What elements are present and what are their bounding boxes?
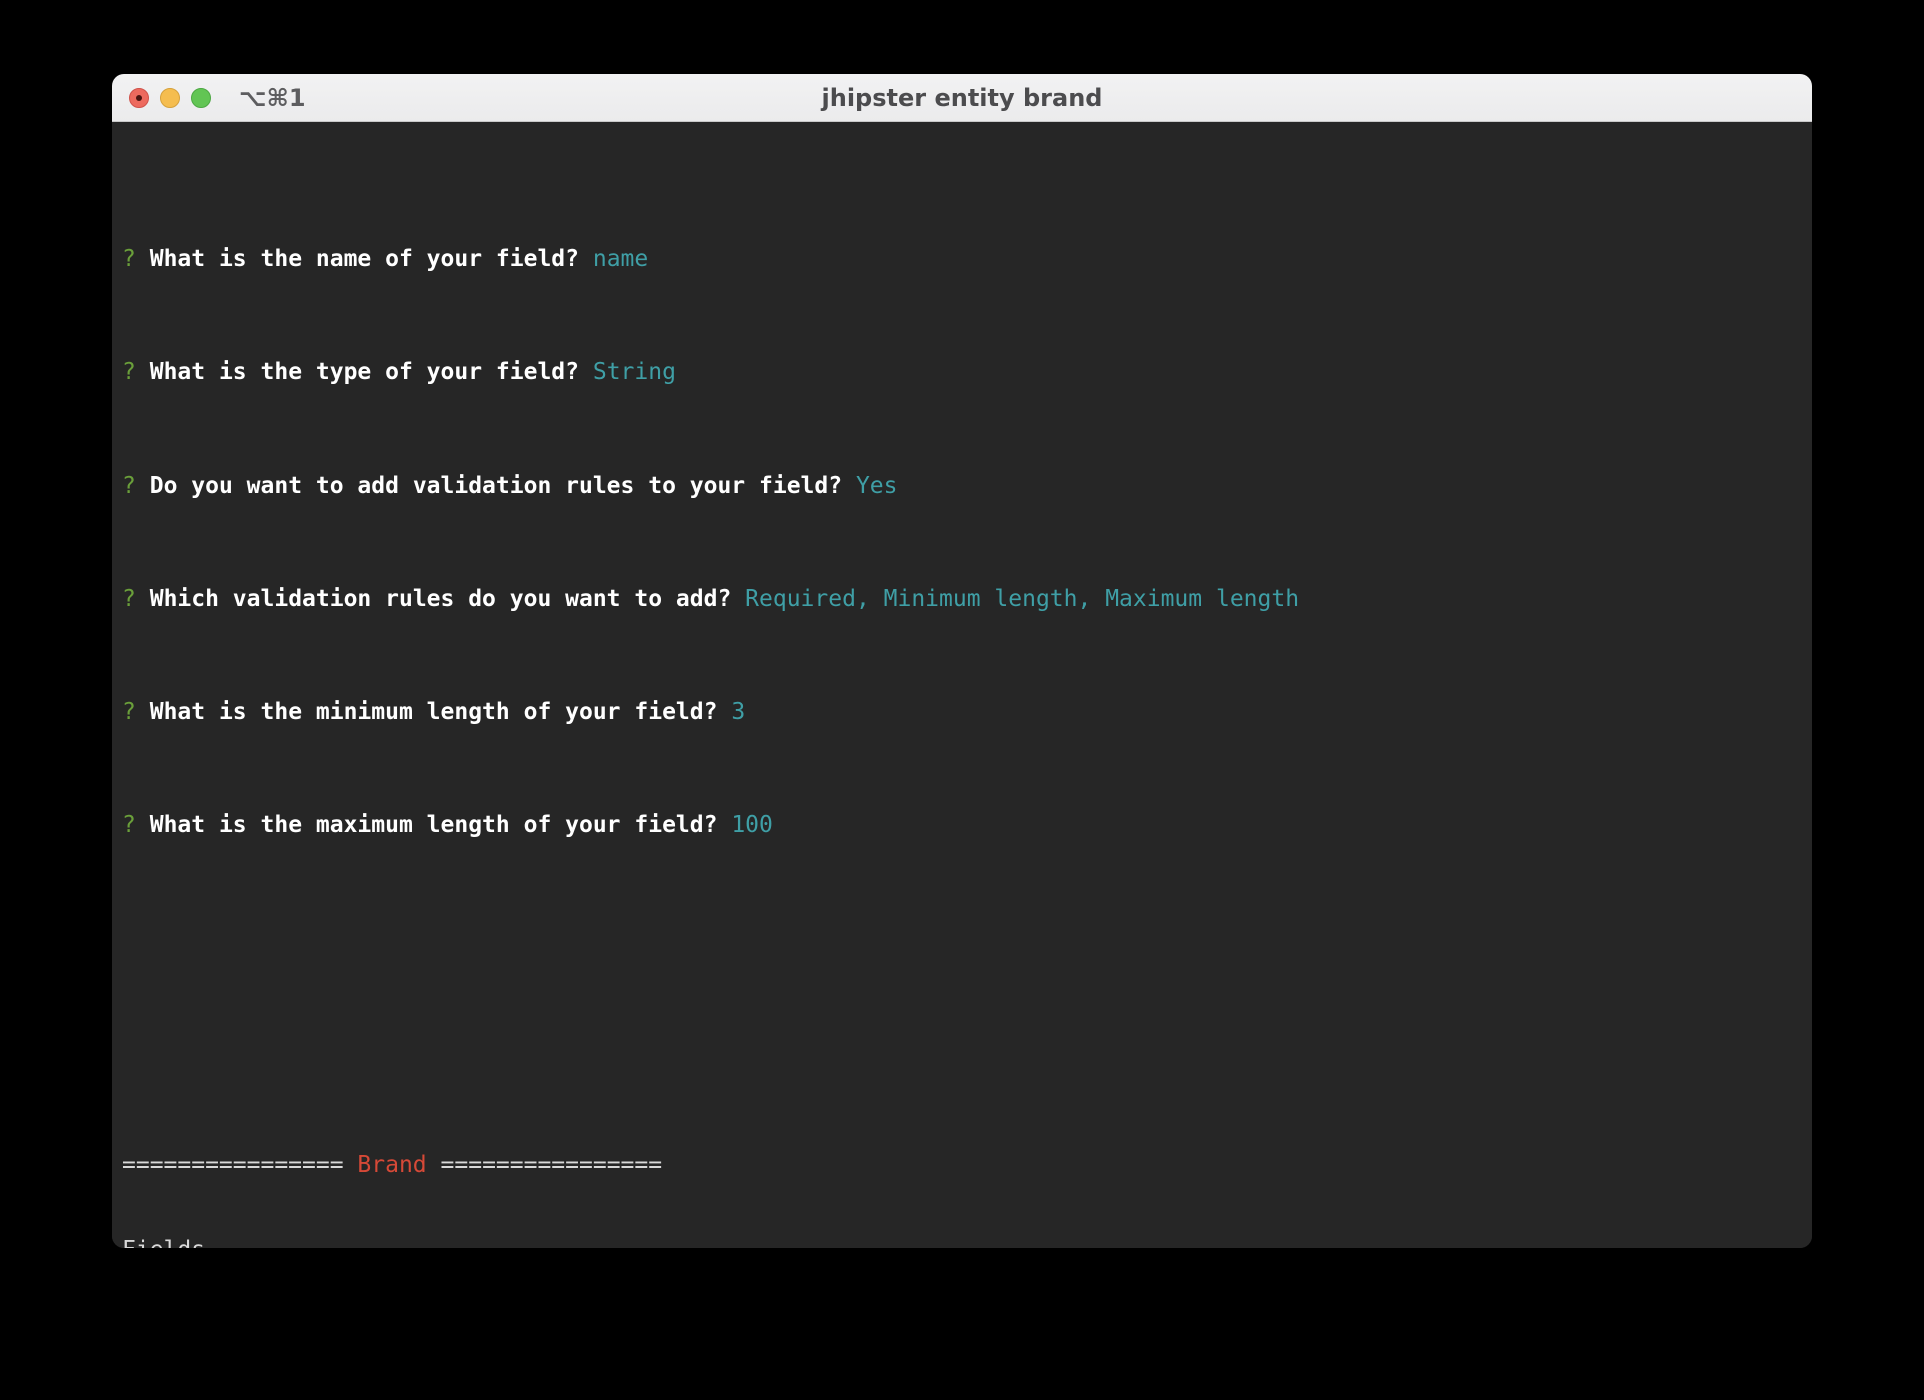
fields-heading: Fields [122,1236,1812,1248]
close-button-icon[interactable] [129,87,149,108]
question-text: Which validation rules do you want to ad… [149,585,732,612]
answer-text: Yes [855,472,898,499]
prompt-marker-icon: ? [122,585,136,612]
window-shortcut-label: ⌥⌘1 [239,83,306,112]
terminal-output-area[interactable]: ? What is the name of your field? name ?… [112,122,1812,1248]
question-text: What is the minimum length of your field… [149,698,718,725]
question-text: Do you want to add validation rules to y… [149,472,843,499]
terminal-line-question: ? Which validation rules do you want to … [122,585,1812,613]
maximize-button-icon[interactable] [191,87,211,108]
terminal-line-question: ? What is the maximum length of your fie… [122,811,1812,839]
entity-separator-line: ================ Brand ================ [122,1151,1812,1179]
question-text: What is the name of your field? [149,246,579,273]
traffic-lights [129,87,211,108]
terminal-line-question: ? What is the type of your field? String [122,358,1812,386]
terminal-lines: ? What is the name of your field? name ?… [112,132,1812,1248]
minimize-button-icon[interactable] [160,87,180,108]
prompt-marker-icon: ? [122,246,136,273]
prompt-marker-icon: ? [122,698,136,725]
answer-text [579,246,593,272]
answer-text: 3 [731,698,746,725]
terminal-line-question: ? What is the minimum length of your fie… [122,698,1812,726]
separator-right: ================ [440,1151,663,1178]
answer-text: name [592,246,649,273]
prompt-marker-icon: ? [122,472,136,499]
question-text: What is the type of your field? [149,359,579,386]
question-text: What is the maximum length of your field… [149,812,718,839]
window-title: jhipster entity brand [821,83,1103,112]
terminal-window[interactable]: ⌥⌘1 jhipster entity brand ? What is the … [112,74,1812,1248]
question-text [136,246,150,272]
answer-text: 100 [731,812,773,839]
fields-label: Fields [122,1237,205,1248]
prompt-marker-icon: ? [122,359,136,386]
entity-name: Brand [357,1151,427,1178]
terminal-line-question: ? Do you want to add validation rules to… [122,472,1812,500]
window-titlebar[interactable]: ⌥⌘1 jhipster entity brand [112,74,1812,122]
answer-text: String [592,359,676,386]
terminal-line-question: ? What is the name of your field? name [122,245,1812,273]
answer-text: Required, Minimum length, Maximum length [745,585,1300,612]
separator-left: ================ [122,1151,344,1178]
prompt-marker-icon: ? [122,812,136,839]
